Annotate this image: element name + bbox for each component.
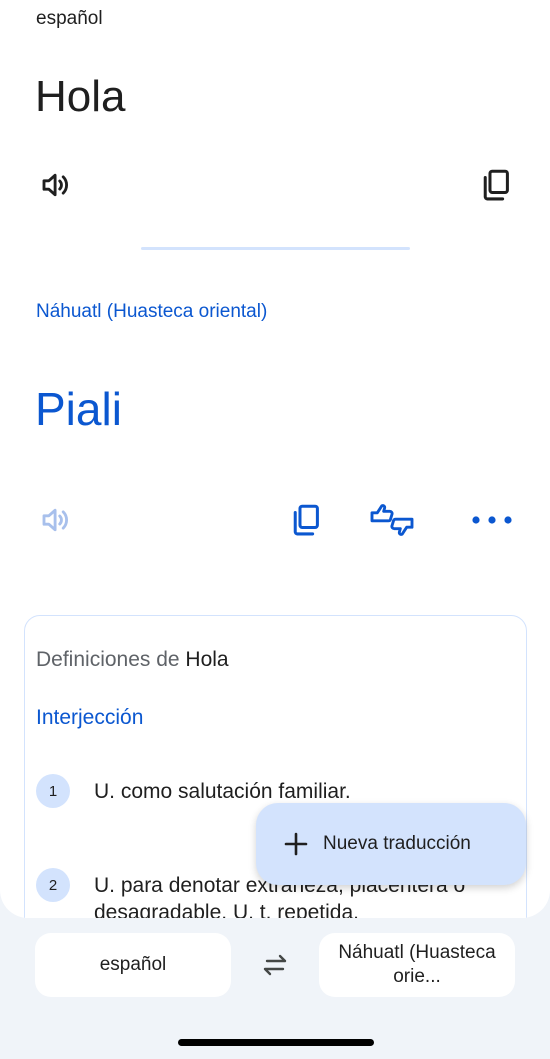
more-options-button[interactable] (466, 498, 518, 542)
definitions-title-word: Hola (185, 648, 229, 671)
target-language-button[interactable]: Náhuatl (Huasteca orie... (319, 933, 515, 997)
part-of-speech: Interjección (36, 706, 144, 729)
volume-icon (42, 508, 68, 532)
copy-icon (483, 169, 509, 201)
plus-icon (282, 830, 310, 858)
rate-translation-button[interactable] (366, 498, 418, 542)
new-translation-button[interactable]: Nueva traducción (256, 803, 526, 885)
target-speak-button[interactable] (36, 500, 76, 540)
source-language-button[interactable]: español (35, 933, 231, 997)
copy-icon (293, 504, 319, 536)
definitions-title-prefix: Definiciones de (36, 648, 186, 671)
definition-number: 2 (36, 868, 70, 902)
translation-sheet: español Hola Náhuatl (Huasteca oriental)… (0, 0, 550, 918)
divider (141, 247, 410, 250)
thumbs-rating-icon (370, 504, 414, 536)
source-copy-button[interactable] (474, 163, 518, 207)
source-speak-button[interactable] (36, 165, 76, 205)
more-dots-icon (472, 516, 512, 524)
target-language-label: Náhuatl (Huasteca oriental) (36, 301, 268, 322)
definitions-title: Definiciones de Hola (36, 648, 229, 672)
volume-icon (42, 173, 68, 197)
target-copy-button[interactable] (284, 498, 328, 542)
new-translation-label: Nueva traducción (323, 833, 471, 854)
home-indicator[interactable] (178, 1039, 374, 1046)
source-text[interactable]: Hola (35, 72, 126, 122)
source-language-label: español (36, 8, 103, 29)
swap-arrows-icon (263, 954, 287, 976)
translated-text: Piali (35, 383, 122, 435)
definition-number: 1 (36, 774, 70, 808)
swap-languages-button[interactable] (254, 945, 296, 985)
